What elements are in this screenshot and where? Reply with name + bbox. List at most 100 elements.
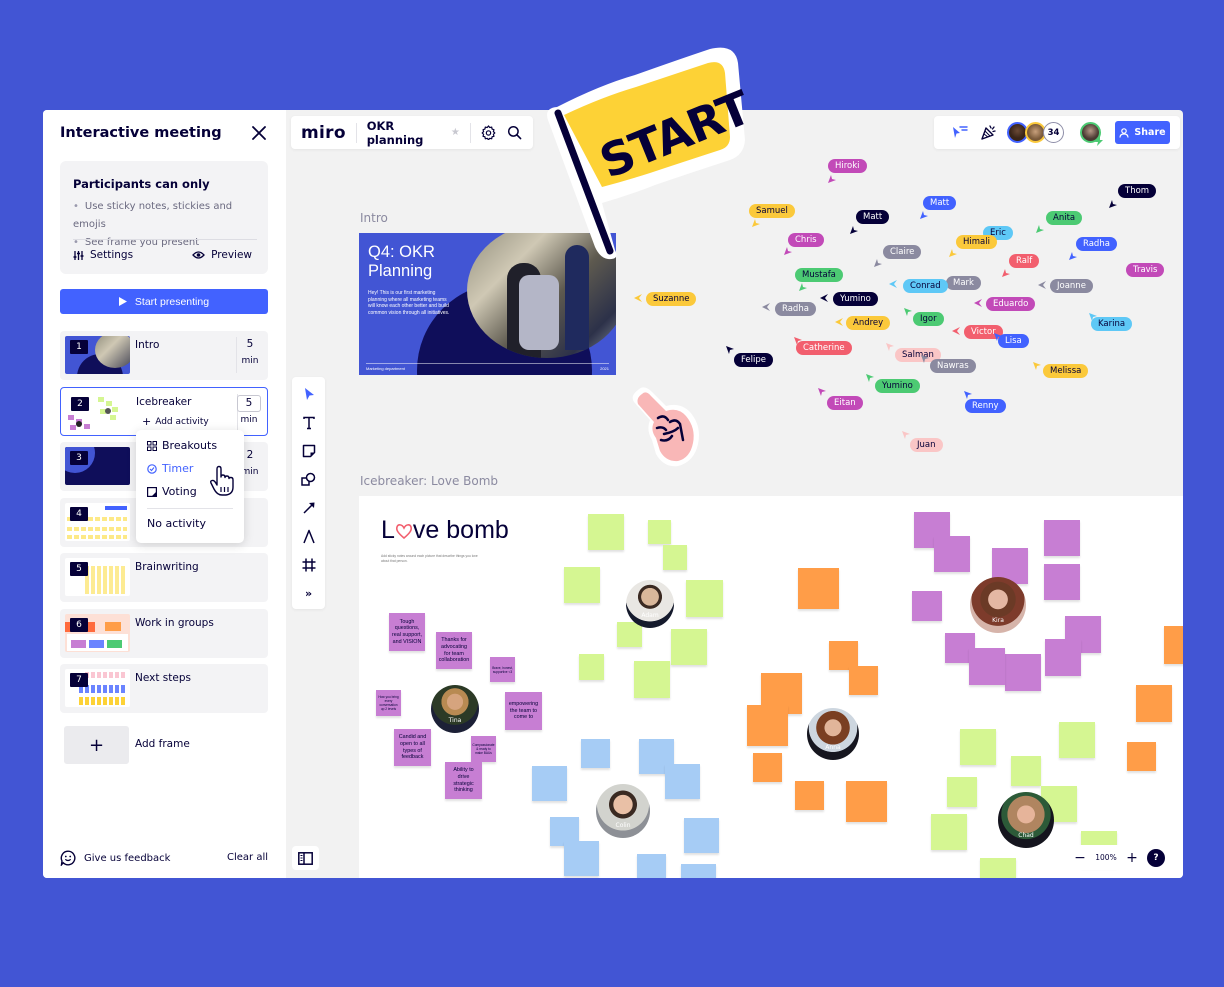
sticky-note[interactable]	[980, 858, 1016, 878]
add-frame-label[interactable]: Add frame	[135, 738, 190, 750]
sticky-note[interactable]	[931, 814, 967, 850]
feedback-label: Give us feedback	[84, 852, 171, 864]
cursor-name-tag: Juan	[910, 438, 943, 452]
text-icon[interactable]	[299, 413, 318, 432]
heading-letter: L	[381, 516, 395, 544]
sticky-note[interactable]	[849, 666, 878, 695]
sticky-note[interactable]	[798, 568, 839, 609]
sticky-note[interactable]	[1059, 722, 1095, 758]
sticky-note[interactable]	[947, 777, 977, 807]
help-button[interactable]: ?	[1147, 848, 1165, 867]
add-activity-button[interactable]: + Add activity	[142, 415, 209, 428]
sticky-note[interactable]	[1136, 685, 1172, 722]
sticky-note[interactable]	[648, 520, 671, 544]
sticky-note[interactable]: How you bring every conversation up 2 le…	[376, 690, 401, 716]
cursor-arrow-icon	[762, 303, 770, 311]
preview-button[interactable]: Preview	[192, 249, 252, 261]
cursor-name-tag: Felipe	[734, 353, 774, 367]
frame-item-icebreaker[interactable]: 2 Icebreaker + Add activity 5 min	[60, 387, 268, 436]
menu-item-breakouts[interactable]: Breakouts	[147, 439, 217, 452]
plus-icon: +	[88, 734, 105, 756]
sticky-note[interactable]	[934, 536, 970, 572]
sticky-note[interactable]	[969, 648, 1005, 685]
sticky-note[interactable]	[581, 739, 610, 768]
frame-item-intro[interactable]: 1 Intro 5 min	[60, 331, 268, 380]
sticky-note[interactable]	[588, 514, 624, 550]
sticky-note[interactable]	[1045, 639, 1081, 676]
sticky-note[interactable]	[671, 629, 707, 665]
select-icon[interactable]	[299, 384, 318, 403]
sticky-note-icon[interactable]	[299, 441, 318, 460]
gear-icon[interactable]	[481, 124, 497, 142]
sticky-note[interactable]	[795, 781, 824, 810]
start-presenting-button[interactable]: Start presenting	[60, 289, 268, 314]
menu-item-no-activity[interactable]: No activity	[147, 517, 206, 530]
frame-icon[interactable]	[299, 555, 318, 574]
sticky-note[interactable]	[1044, 564, 1080, 600]
menu-item-timer[interactable]: Timer	[147, 462, 193, 475]
sticky-note[interactable]	[753, 753, 782, 782]
settings-button[interactable]: Settings	[73, 249, 133, 261]
star-icon[interactable]: ★	[451, 127, 460, 138]
love-bomb-frame[interactable]: Lve bomb Add sticky notes around each pi…	[359, 496, 1183, 878]
start-flag-sticker[interactable]: START	[540, 45, 750, 260]
sticky-note[interactable]	[637, 854, 666, 878]
clear-all-button[interactable]: Clear all	[227, 852, 268, 863]
follow-cursor-icon[interactable]	[952, 125, 968, 139]
sticky-note[interactable]	[663, 545, 687, 570]
frame-item-next-steps[interactable]: 7 Next steps	[60, 664, 268, 713]
sticky-note[interactable]: Ability to drive strategic thinking	[445, 762, 482, 799]
sticky-note[interactable]	[579, 654, 604, 680]
pointing-hand-sticker[interactable]	[628, 382, 708, 472]
frame-title-icebreaker[interactable]: Icebreaker: Love Bomb	[360, 474, 498, 488]
give-feedback-button[interactable]: Give us feedback	[60, 850, 170, 866]
zoom-out-button[interactable]: −	[1069, 850, 1091, 866]
sticky-note[interactable]: Thanks for advocating for team collabora…	[436, 632, 472, 669]
toggle-panel-icon[interactable]	[292, 846, 319, 870]
sticky-note[interactable]	[846, 781, 887, 822]
menu-item-label: Voting	[162, 485, 197, 498]
celebration-icon[interactable]	[980, 124, 997, 141]
sticky-note[interactable]	[1164, 626, 1183, 664]
sticky-note[interactable]: Candid and open to all types of feedback	[394, 729, 431, 766]
miro-logo[interactable]: miro	[301, 123, 346, 143]
sticky-note[interactable]: empowering the team to come to	[505, 692, 542, 730]
board-name[interactable]: OKR planning	[367, 119, 446, 147]
sticky-note[interactable]	[684, 818, 719, 853]
participant-count-badge[interactable]: 34	[1043, 122, 1064, 143]
sticky-note[interactable]	[634, 661, 670, 698]
sticky-note[interactable]	[960, 729, 996, 765]
add-frame-button[interactable]: +	[64, 726, 129, 764]
shapes-icon[interactable]	[299, 470, 318, 489]
sticky-note[interactable]	[564, 567, 600, 603]
sticky-note[interactable]: Brave, honest, supportive <3	[490, 657, 515, 682]
menu-item-voting[interactable]: Voting	[147, 485, 197, 498]
frame-duration-input[interactable]: 5 min	[237, 395, 261, 425]
close-icon[interactable]	[249, 123, 269, 143]
frame-item-brainwriting[interactable]: 5 Brainwriting	[60, 553, 268, 602]
sticky-note[interactable]	[617, 622, 642, 647]
sticky-note[interactable]	[1127, 742, 1156, 771]
arrow-icon[interactable]	[299, 498, 318, 517]
frame-item-work-in-groups[interactable]: 6 Work in groups	[60, 609, 268, 658]
sticky-note[interactable]	[686, 580, 723, 617]
sticky-note[interactable]	[747, 705, 788, 746]
pen-icon[interactable]	[299, 527, 318, 546]
more-tools-icon[interactable]: »	[299, 584, 318, 603]
search-icon[interactable]	[507, 124, 523, 142]
share-button[interactable]: Share	[1115, 121, 1170, 144]
sticky-note[interactable]: Tough questions, real support, and VISIO…	[389, 613, 425, 651]
frame-title-intro[interactable]: Intro	[360, 211, 388, 225]
sticky-note[interactable]	[681, 864, 716, 878]
sticky-note[interactable]	[564, 841, 599, 876]
zoom-in-button[interactable]: +	[1121, 850, 1143, 866]
zoom-level[interactable]: 100%	[1091, 853, 1121, 862]
sticky-note[interactable]	[1044, 520, 1080, 556]
sticky-note[interactable]	[665, 764, 700, 799]
sticky-note[interactable]	[532, 766, 567, 801]
sticky-note[interactable]	[912, 591, 942, 621]
duration-value[interactable]: 5	[237, 395, 261, 412]
sticky-note[interactable]	[1005, 654, 1041, 691]
sticky-note[interactable]	[1011, 756, 1041, 786]
sticky-note[interactable]: Compassionate & ready to make BAUs	[471, 736, 496, 762]
